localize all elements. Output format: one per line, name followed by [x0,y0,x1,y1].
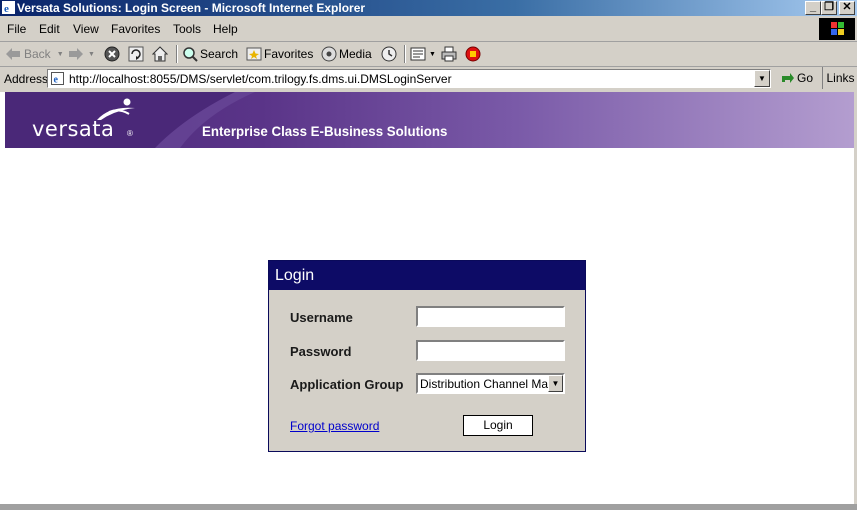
print-icon [441,46,457,62]
password-label: Password [290,344,352,359]
favorites-star-icon [246,47,262,61]
mail-button[interactable]: ▼ [410,46,436,62]
brand-name: versata [32,117,115,141]
media-icon [321,46,337,62]
favorites-button[interactable]: Favorites [246,46,313,62]
refresh-icon [128,46,144,62]
messenger-icon [465,46,481,62]
window-title: Versata Solutions: Login Screen - Micros… [17,1,366,15]
registered-mark: ® [127,129,133,138]
stop-button[interactable] [104,46,120,62]
mail-icon [410,47,426,61]
address-input[interactable]: e http://localhost:8055/DMS/servlet/com.… [47,69,771,88]
home-button[interactable] [152,46,168,62]
forward-arrow-icon [69,48,83,60]
menu-tools[interactable]: Tools [173,22,201,36]
chevron-down-icon[interactable]: ▼ [548,375,563,392]
ie-icon: e [2,1,15,14]
search-button[interactable]: Search [182,46,238,62]
forgot-password-link[interactable]: Forgot password [290,419,379,433]
menu-file[interactable]: File [7,22,26,36]
login-panel: Login Username Password Application Grou… [268,260,586,452]
application-group-label: Application Group [290,377,404,392]
page-icon: e [51,72,64,85]
application-group-value: Distribution Channel Management [420,377,563,391]
refresh-button[interactable] [128,46,144,62]
address-dropdown-button[interactable]: ▼ [754,70,770,87]
header-banner: versata ® Enterprise Class E-Business So… [5,92,857,148]
password-input[interactable] [416,340,565,361]
back-button[interactable]: Back ▼ [5,46,64,62]
svg-text:e: e [54,75,59,86]
login-button[interactable]: Login [463,415,533,436]
close-button[interactable]: ✕ [839,1,855,15]
title-bar: e Versata Solutions: Login Screen - Micr… [0,0,857,16]
print-button[interactable] [441,46,457,62]
links-button[interactable]: Links [822,67,857,89]
history-button[interactable] [380,46,398,62]
page-content: versata ® Enterprise Class E-Business So… [0,92,857,504]
menu-view[interactable]: View [73,22,99,36]
messenger-button[interactable] [465,46,481,62]
toolbar: Back ▼ ▼ Search Favorites Media ▼ [0,42,857,67]
tagline: Enterprise Class E-Business Solutions [202,123,448,139]
address-url: http://localhost:8055/DMS/servlet/com.tr… [69,72,452,86]
login-panel-header: Login [269,261,585,290]
menu-edit[interactable]: Edit [39,22,60,36]
restore-button[interactable]: ❐ [821,1,837,15]
application-group-select[interactable]: Distribution Channel Management ▼ [416,373,565,394]
menu-help[interactable]: Help [213,22,238,36]
menu-bar: File Edit View Favorites Tools Help [0,17,857,42]
back-arrow-icon [6,48,20,60]
address-bar: Address e http://localhost:8055/DMS/serv… [0,67,857,91]
home-icon [152,46,168,62]
stop-icon [104,46,120,62]
search-icon [183,47,198,62]
username-input[interactable] [416,306,565,327]
forward-button[interactable]: ▼ [68,46,95,62]
go-button[interactable]: Go [781,71,813,85]
address-label: Address [4,72,49,86]
go-arrow-icon [782,73,794,83]
media-button[interactable]: Media [321,46,372,62]
login-title: Login [275,267,315,284]
status-bar [0,504,857,510]
menu-favorites[interactable]: Favorites [111,22,160,36]
windows-logo-icon [819,18,855,40]
svg-text:e: e [4,3,9,14]
history-icon [381,46,397,62]
username-label: Username [290,310,353,325]
minimize-button[interactable]: _ [805,1,821,15]
